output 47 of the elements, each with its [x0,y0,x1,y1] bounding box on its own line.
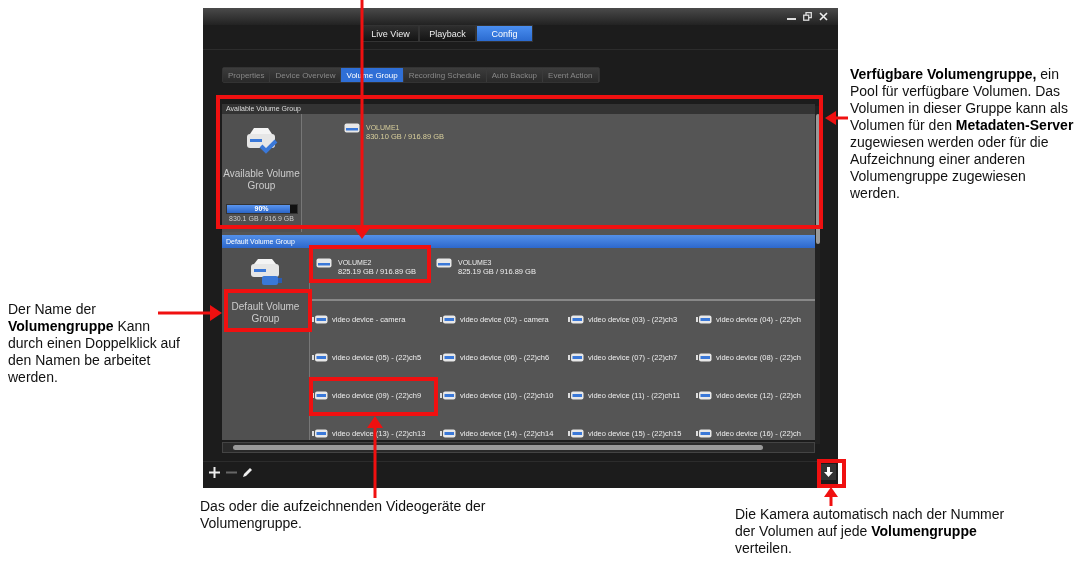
video-device-icon [440,428,456,438]
video-device-icon [696,428,712,438]
horizontal-scrollbar[interactable] [222,442,815,453]
hard-drive-icon [436,258,452,268]
group-name[interactable]: Default Volume Group [230,301,301,325]
callout-text: Verfügbare Volumengruppe, ein Pool für verfügbare Volumen. Das Volumen in dieser Gruppe kann als Volumen für den Metadaten-Server zugewiesen werden oder für die Aufzeichnung einer anderen Volumengruppe zugewiesen werden. [850,66,1075,202]
group-name[interactable]: Available Volume Group [222,168,301,192]
main-tab[interactable]: Config [476,25,533,42]
video-device-icon [440,352,456,362]
video-device-icon [440,314,456,324]
sub-tab[interactable]: Auto Backup [486,68,544,82]
drive-camera-icon [248,258,283,286]
restore-icon[interactable] [803,12,812,21]
sub-tab[interactable]: Recording Schedule [403,68,487,82]
callout-text: Das oder die aufzeichnenden Videogeräte der Volumengruppe. [200,498,487,532]
sub-tab[interactable]: Properties [223,68,271,82]
video-device-icon [568,352,584,362]
callout-arrow [824,487,838,506]
callout-text: Der Name der Volumengruppe Kann durch einen Doppelklick auf den Namen be arbeitet werden. [8,301,180,386]
video-device-icon [440,390,456,400]
callout-arrow [825,111,848,125]
video-device-icon [312,390,328,400]
video-device-icon [312,428,328,438]
sub-tab[interactable]: Device Overview [270,68,342,82]
pencil-icon[interactable] [243,467,253,477]
callout-text: Die Kamera automatisch nach der Nummer der Volumen auf jede Volumengruppe verteilen. [735,506,1006,557]
video-device-icon [568,390,584,400]
hard-drive-icon [344,123,360,133]
close-icon[interactable] [819,12,828,21]
video-device-icon [696,314,712,324]
drive-check-icon [244,126,279,156]
hard-drive-icon [316,258,332,268]
video-device-icon [312,352,328,362]
video-device-icon [696,352,712,362]
add-icon[interactable] [209,466,220,478]
video-device-icon [568,428,584,438]
highlight-frame [817,459,846,488]
callout-arrow [158,305,222,321]
main-tab[interactable]: Playback [419,25,476,42]
main-tab[interactable]: Live View [362,25,419,42]
video-device-icon [312,314,328,324]
remove-icon[interactable] [226,470,237,474]
vertical-scrollbar[interactable] [815,106,820,444]
video-device-icon [568,314,584,324]
down-arrow-icon [823,466,833,478]
video-device-icon [696,390,712,400]
sub-tab[interactable]: Event Action [543,68,599,82]
